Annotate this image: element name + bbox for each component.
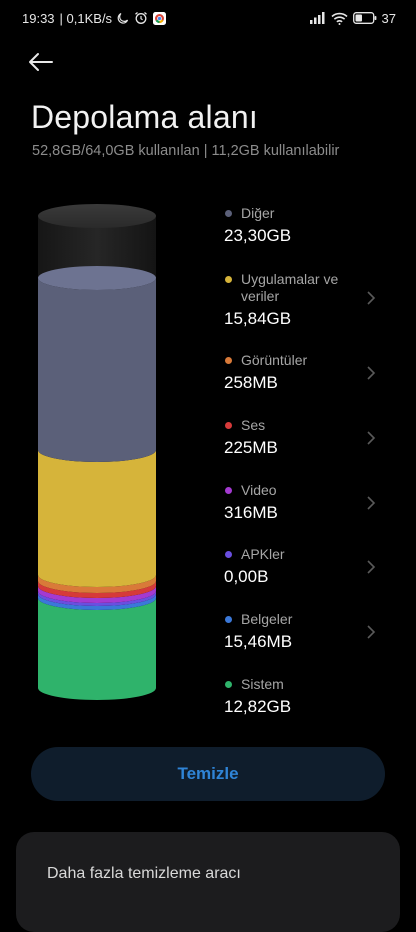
segment-sistem (38, 598, 156, 700)
used-top (38, 266, 156, 290)
more-cleaning-tools-card[interactable]: Daha fazla temizleme aracı (16, 832, 400, 932)
status-bar-left: 19:33 | 0,1KB/s (22, 10, 167, 26)
chevron-right-icon (366, 560, 376, 574)
alarm-icon (134, 11, 148, 25)
legend-name: Video (241, 482, 277, 498)
page-title: Depolama alanı (31, 99, 258, 135)
more-cleaning-tools-label: Daha fazla temizleme aracı (47, 865, 241, 882)
legend-dot (225, 422, 232, 429)
segment-diger (38, 278, 156, 462)
moon-icon (117, 12, 129, 24)
legend-name: Ses (241, 417, 266, 433)
storage-cylinder (36, 200, 158, 708)
legend-item-video[interactable]: Video 316MB (224, 482, 394, 523)
legend-dot (225, 681, 232, 688)
legend-dot (225, 276, 232, 283)
back-button[interactable] (28, 44, 64, 80)
status-bar-right: 37 (309, 10, 396, 26)
legend-size: 15,84GB (224, 309, 292, 328)
legend-item-ses[interactable]: Ses 225MB (224, 417, 394, 458)
status-time: 19:33 (22, 10, 55, 26)
chevron-right-icon (366, 291, 376, 305)
legend-dot (225, 487, 232, 494)
legend-name: Diğer (241, 205, 275, 221)
legend-item-uygulamalar[interactable]: Uygulamalar ve veriler 15,84GB (224, 271, 394, 329)
legend-name: Sistem (241, 676, 284, 692)
signal-icon (309, 12, 326, 24)
legend-item-diger: Diğer 23,30GB (224, 205, 394, 246)
segment-uygulamalar (38, 450, 156, 587)
wifi-icon (330, 12, 348, 25)
legend-name: Görüntüler (241, 352, 308, 368)
back-arrow-icon (28, 52, 54, 72)
legend-item-apkler[interactable]: APKler 0,00B (224, 546, 394, 587)
status-bar: 19:33 | 0,1KB/s 37 (0, 0, 416, 36)
chrome-icon (153, 11, 167, 25)
chevron-right-icon (366, 625, 376, 639)
legend-dot (225, 616, 232, 623)
legend-name: Belgeler (241, 611, 293, 627)
legend-size: 12,82GB (224, 697, 292, 716)
battery-percent: 37 (381, 10, 396, 26)
chevron-right-icon (366, 366, 376, 380)
battery-icon (352, 12, 377, 24)
cylinder-top (38, 204, 156, 228)
clean-button[interactable]: Temizle (31, 747, 385, 801)
legend-size: 23,30GB (224, 226, 292, 245)
legend-name: Uygulamalar ve veriler (241, 271, 339, 304)
legend-item-sistem: Sistem 12,82GB (224, 676, 394, 717)
chevron-right-icon (366, 496, 376, 510)
network-speed: | 0,1KB/s (59, 10, 113, 26)
legend-name: APKler (241, 546, 285, 562)
legend-dot (225, 210, 232, 217)
legend-item-belgeler[interactable]: Belgeler 15,46MB (224, 611, 394, 652)
legend-item-goruntuler[interactable]: Görüntüler 258MB (224, 352, 394, 393)
legend-dot (225, 551, 232, 558)
legend-dot (225, 357, 232, 364)
storage-summary: 52,8GB/64,0GB kullanılan | 11,2GB kullan… (32, 143, 340, 159)
chevron-right-icon (366, 431, 376, 445)
